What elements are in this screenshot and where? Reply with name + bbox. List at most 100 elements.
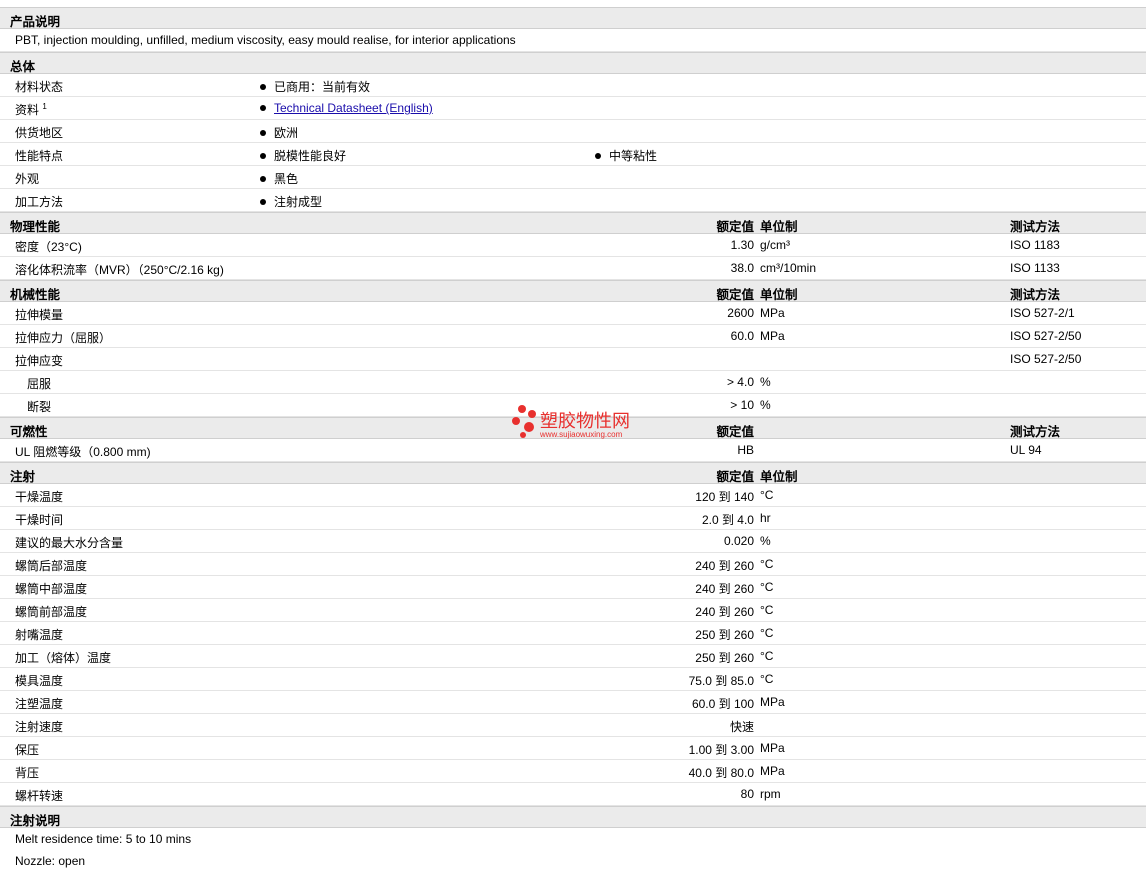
- row-unit: MPa: [760, 329, 785, 343]
- table-row: 拉伸应力（屈服） 60.0 MPa ISO 527-2/50: [0, 325, 1146, 348]
- description-text: PBT, injection moulding, unfilled, mediu…: [15, 33, 516, 47]
- table-row: 溶化体积流率（MVR）（250°C/2.16 kg) 38.0 cm³/10mi…: [0, 257, 1146, 280]
- row-value: 240 到 260: [695, 559, 754, 573]
- row-label: 螺筒中部温度: [15, 582, 88, 596]
- table-row: 注塑温度 60.0 到 100 MPa: [0, 691, 1146, 714]
- table-row: 建议的最大水分含量 0.020%: [0, 530, 1146, 553]
- table-row: 拉伸应变 ISO 527-2/50: [0, 348, 1146, 371]
- row-unit: g/cm³: [760, 238, 790, 252]
- table-row: 保压 1.00 到 3.00 MPa: [0, 737, 1146, 760]
- row-label: 拉伸模量: [15, 308, 64, 322]
- table-row: 螺杆转速 80 rpm: [0, 783, 1146, 806]
- row-value: 240 到 260: [695, 605, 754, 619]
- bullet-icon: [260, 152, 266, 159]
- table-row: 背压 40.0 到 80.0 MPa: [0, 760, 1146, 783]
- note-line: Melt residence time: 5 to 10 mins: [0, 828, 1146, 850]
- row-test: ISO 527-2/50: [1010, 352, 1082, 366]
- row-value: 80: [740, 787, 754, 801]
- row-unit: °C: [760, 603, 774, 617]
- row-value: > 4.0: [726, 375, 754, 389]
- row-label: 外观: [15, 172, 40, 186]
- table-row: 螺筒中部温度 240 到 260 °C: [0, 576, 1146, 599]
- watermark-url: www.sujiaowuxing.com: [540, 430, 623, 439]
- bullet-item: 注射成型: [260, 193, 322, 210]
- row-label: 螺筒前部温度: [15, 605, 88, 619]
- row-unit: MPa: [760, 306, 785, 320]
- bullet-icon: [595, 152, 601, 159]
- row-unit: cm³/10min: [760, 261, 817, 275]
- table-row: 拉伸模量 2600 MPa ISO 527-2/1: [0, 302, 1146, 325]
- section-title: 物理性能: [10, 220, 61, 234]
- logo-dot-icon: [520, 432, 526, 438]
- section-title: 机械性能: [10, 288, 61, 302]
- table-row: 密度（23°C) 1.30 g/cm³ ISO 1183: [0, 234, 1146, 257]
- section-title: 总体: [10, 60, 36, 74]
- table-row: 螺筒后部温度 240 到 260 °C: [0, 553, 1146, 576]
- row-label: 螺杆转速: [15, 789, 64, 803]
- row-label: 保压: [15, 743, 40, 757]
- table-row: 加工（熔体）温度 250 到 260 °C: [0, 645, 1146, 668]
- value-header: 额定值: [716, 425, 754, 439]
- row-value: 250 到 260: [695, 628, 754, 642]
- row-value: 60.0: [730, 329, 754, 343]
- bullet-item: Technical Datasheet (English): [260, 101, 433, 115]
- test-header: 测试方法: [1010, 425, 1061, 439]
- row-unit: rpm: [760, 787, 781, 801]
- general-row: 外观 黑色: [0, 166, 1146, 189]
- section-physical-header: 物理性能 额定值 单位制 测试方法: [0, 212, 1146, 234]
- value-header: 额定值: [716, 220, 754, 234]
- row-unit: %: [760, 534, 771, 548]
- section-injection-header: 注射 额定值 单位制: [0, 462, 1146, 484]
- watermark-logo: 塑胶物性网 www.sujiaowuxing.com: [510, 405, 660, 441]
- section-general-header: 总体: [0, 52, 1146, 74]
- row-unit: °C: [760, 488, 774, 502]
- table-row: 干燥时间 2.0 到 4.0 hr: [0, 507, 1146, 530]
- note-line: Nozzle: open: [0, 850, 1146, 872]
- section-title: 注射说明: [10, 814, 61, 828]
- bullet-item: 黑色: [260, 170, 298, 187]
- section-notes-header: 注射说明: [0, 806, 1146, 828]
- row-test: ISO 527-2/50: [1010, 329, 1082, 343]
- table-row: 干燥温度 120 到 140 °C: [0, 484, 1146, 507]
- logo-dot-icon: [518, 405, 526, 413]
- section-title: 产品说明: [10, 15, 61, 29]
- technical-datasheet-link[interactable]: Technical Datasheet (English): [274, 101, 433, 115]
- row-value: HB: [737, 443, 754, 457]
- bullet-icon: [260, 198, 266, 205]
- row-value: > 10: [730, 398, 754, 412]
- row-label: 材料状态: [15, 80, 64, 94]
- injection-rows: 干燥温度 120 到 140 °C 干燥时间 2.0 到 4.0 hr 建议的最大水分含…: [0, 484, 1146, 806]
- general-row: 性能特点 脱模性能良好 中等粘性: [0, 143, 1146, 166]
- row-value: 240 到 260: [695, 582, 754, 596]
- section-title: 可燃性: [10, 425, 48, 439]
- row-label: 注射速度: [15, 720, 64, 734]
- row-label: 断裂: [27, 400, 52, 414]
- bullet-icon: [260, 129, 266, 136]
- section-title: 注射: [10, 470, 36, 484]
- row-label: 干燥温度: [15, 490, 64, 504]
- row-test: ISO 527-2/1: [1010, 306, 1075, 320]
- row-label: 模具温度: [15, 674, 64, 688]
- row-label: 射嘴温度: [15, 628, 64, 642]
- general-row: 材料状态 已商用：当前有效: [0, 74, 1146, 97]
- general-row: 资料 1 Technical Datasheet (English): [0, 97, 1146, 120]
- table-row: 螺筒前部温度 240 到 260 °C: [0, 599, 1146, 622]
- row-test: UL 94: [1010, 443, 1042, 457]
- section-mechanical-header: 机械性能 额定值 单位制 测试方法: [0, 280, 1146, 302]
- row-value: 2600: [727, 306, 754, 320]
- bullet-icon: [260, 175, 266, 182]
- unit-header: 单位制: [760, 470, 798, 484]
- section-description-header: 产品说明: [0, 7, 1146, 29]
- row-label: 干燥时间: [15, 513, 64, 527]
- row-test: ISO 1183: [1010, 238, 1060, 252]
- bullet-icon: [260, 104, 266, 111]
- row-value: 0.020: [723, 534, 754, 548]
- row-unit: %: [760, 375, 771, 389]
- row-label: 加工（熔体）温度: [15, 651, 112, 665]
- row-value: 38.0: [730, 261, 754, 275]
- row-unit: MPa: [760, 741, 785, 755]
- row-label: 螺筒后部温度: [15, 559, 88, 573]
- row-label: 建议的最大水分含量: [15, 536, 124, 550]
- row-label: 供货地区: [15, 126, 64, 140]
- test-header: 测试方法: [1010, 288, 1061, 302]
